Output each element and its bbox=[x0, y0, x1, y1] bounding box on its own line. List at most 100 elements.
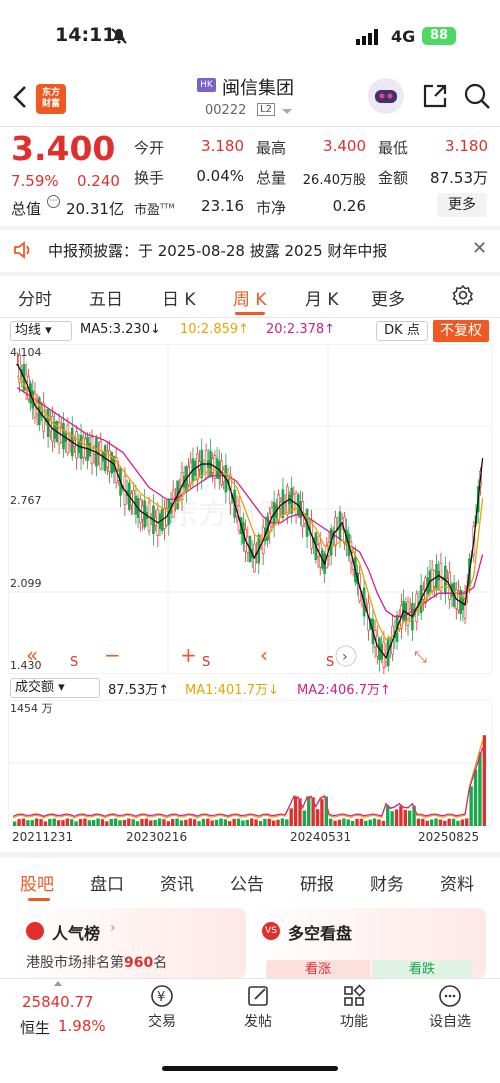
tab-more[interactable]: 更多 bbox=[371, 285, 405, 310]
volume-legend-bar: 成交额 ▾ 87.53万↑ MA1:401.7万↓ MA2:406.7万↑ bbox=[0, 676, 500, 700]
notice-bar[interactable]: 中报预披露：于 2025-08-28 披露 2025 财年中报 ✕ bbox=[0, 230, 500, 270]
adjust-button[interactable]: 不复权 bbox=[433, 320, 489, 342]
tab-weekly-k[interactable]: 周 K bbox=[233, 285, 267, 310]
indicator-select[interactable]: 均线 ▾ bbox=[10, 321, 72, 341]
top-nav: 东方 财富 HK 闽信集团 00222 L2 bbox=[0, 70, 500, 126]
volume-bar bbox=[105, 821, 109, 826]
tab-monthly-k[interactable]: 月 K bbox=[305, 285, 339, 310]
tab-five-day[interactable]: 五日 bbox=[89, 285, 123, 310]
yen-icon: ¥ bbox=[151, 985, 173, 1007]
tab-orderbook[interactable]: 盘口 bbox=[90, 870, 124, 895]
fullscreen-icon: ⤡ bbox=[414, 647, 427, 666]
volume-bar bbox=[109, 818, 113, 826]
popularity-card[interactable]: 人气榜 › 港股市场排名第960名 bbox=[14, 908, 246, 978]
volume-bar bbox=[78, 819, 83, 826]
stock-code: 00222 bbox=[205, 103, 247, 118]
volume-bar bbox=[201, 818, 206, 826]
volume-bar bbox=[408, 810, 412, 826]
volume-bar bbox=[149, 820, 153, 826]
volume-bar bbox=[17, 819, 21, 826]
change-value: 0.240 bbox=[77, 172, 120, 190]
volume-bar bbox=[320, 799, 324, 826]
volume-bar bbox=[469, 786, 473, 826]
high-value: 3.400 bbox=[323, 137, 366, 155]
volume-bar bbox=[267, 818, 271, 826]
home-indicator bbox=[162, 1066, 338, 1071]
zoom-in-icon: + bbox=[180, 643, 197, 667]
y-label-mid2: 2.099 bbox=[10, 577, 42, 590]
speaker-icon bbox=[14, 241, 30, 259]
tab-daily-k[interactable]: 日 K bbox=[162, 285, 196, 310]
close-icon[interactable]: ✕ bbox=[472, 238, 487, 259]
chevron-right-icon: › bbox=[110, 920, 116, 936]
search-icon[interactable] bbox=[463, 82, 491, 110]
volume-bar bbox=[26, 820, 30, 826]
nav-functions[interactable]: 功能 bbox=[324, 983, 384, 1031]
low-value: 3.180 bbox=[445, 137, 488, 155]
volume-bar bbox=[153, 819, 157, 826]
cards-row: 人气榜 › 港股市场排名第960名 VS 多空看盘 看涨 看跌 bbox=[0, 906, 500, 980]
volume-bar bbox=[271, 820, 276, 826]
gear-icon[interactable] bbox=[452, 284, 474, 306]
volume-indicator-select[interactable]: 成交额 ▾ bbox=[10, 678, 100, 698]
tab-profile[interactable]: 资料 bbox=[440, 870, 474, 895]
volume-bar bbox=[342, 818, 346, 826]
tab-financials[interactable]: 财务 bbox=[370, 870, 404, 895]
low-label: 最低 bbox=[378, 139, 409, 157]
volume-bar bbox=[425, 820, 429, 826]
candlestick-chart[interactable]: 东方财富 4.104 2.767 2.099 1.430 « S − + S ‹… bbox=[8, 344, 492, 674]
change-percent: 7.59% bbox=[11, 172, 59, 190]
volume-bar bbox=[171, 818, 175, 826]
volume-bar bbox=[421, 818, 425, 826]
tab-intraday[interactable]: 分时 bbox=[18, 285, 52, 310]
volume-bar bbox=[293, 796, 298, 826]
chevron-up-icon[interactable] bbox=[54, 981, 62, 986]
bull-bear-card[interactable]: VS 多空看盘 看涨 看跌 bbox=[252, 908, 486, 980]
nav-trade[interactable]: ¥ 交易 bbox=[132, 983, 192, 1031]
index-value[interactable]: 25840.77 bbox=[22, 993, 94, 1011]
chevron-down-icon[interactable] bbox=[282, 109, 292, 114]
nav-add-watchlist[interactable]: 设自选 bbox=[420, 983, 480, 1031]
level2-badge[interactable]: L2 bbox=[257, 103, 275, 116]
current-price: 3.400 bbox=[11, 129, 116, 168]
volume-chart[interactable]: 1454 万 bbox=[8, 700, 492, 826]
back-icon[interactable] bbox=[10, 84, 32, 110]
volume-bar bbox=[289, 808, 293, 826]
y-label-top: 4.104 bbox=[10, 346, 42, 359]
notice-text: 中报预披露：于 2025-08-28 披露 2025 财年中报 bbox=[48, 242, 388, 260]
tab-announcements[interactable]: 公告 bbox=[230, 870, 264, 895]
volume-bar bbox=[232, 818, 236, 826]
volume-label: 总量 bbox=[256, 169, 287, 187]
share-icon[interactable] bbox=[421, 82, 449, 110]
tab-research[interactable]: 研报 bbox=[300, 870, 334, 895]
volume-bar bbox=[315, 809, 320, 826]
volume-bar bbox=[359, 818, 364, 826]
dk-point-button[interactable]: DK 点 bbox=[376, 321, 428, 341]
svg-text:¥: ¥ bbox=[157, 990, 165, 1005]
market-cap-value: 20.31亿 bbox=[66, 200, 124, 218]
volume-bar bbox=[21, 818, 26, 826]
volume-bar bbox=[30, 820, 34, 826]
more-button[interactable]: 更多 bbox=[437, 193, 487, 217]
stock-name[interactable]: 闽信集团 bbox=[222, 74, 294, 100]
volume-value: 87.53万↑ bbox=[108, 683, 170, 698]
ellipsis-icon[interactable]: ··· bbox=[47, 195, 60, 208]
network-type: 4G bbox=[391, 27, 416, 46]
s-marker: S bbox=[326, 655, 334, 670]
app-logo: 东方 财富 bbox=[36, 84, 66, 114]
market-badge: HK bbox=[197, 78, 216, 92]
tab-news[interactable]: 资讯 bbox=[160, 870, 194, 895]
bull-button[interactable]: 看涨 bbox=[266, 960, 370, 980]
volume-bar bbox=[276, 819, 280, 826]
tab-forum[interactable]: 股吧 bbox=[20, 870, 54, 895]
volume-bar bbox=[197, 821, 201, 826]
ma20-value: 20:2.378↑ bbox=[266, 322, 336, 337]
volume-bar bbox=[245, 819, 249, 826]
assistant-avatar[interactable] bbox=[368, 78, 404, 114]
pb-value: 0.26 bbox=[332, 197, 366, 215]
nav-post[interactable]: 发帖 bbox=[228, 983, 288, 1031]
bear-button[interactable]: 看跌 bbox=[372, 960, 472, 980]
volume-bar bbox=[162, 819, 166, 826]
volume-bar bbox=[118, 820, 122, 826]
zoom-out-icon: − bbox=[104, 643, 121, 667]
